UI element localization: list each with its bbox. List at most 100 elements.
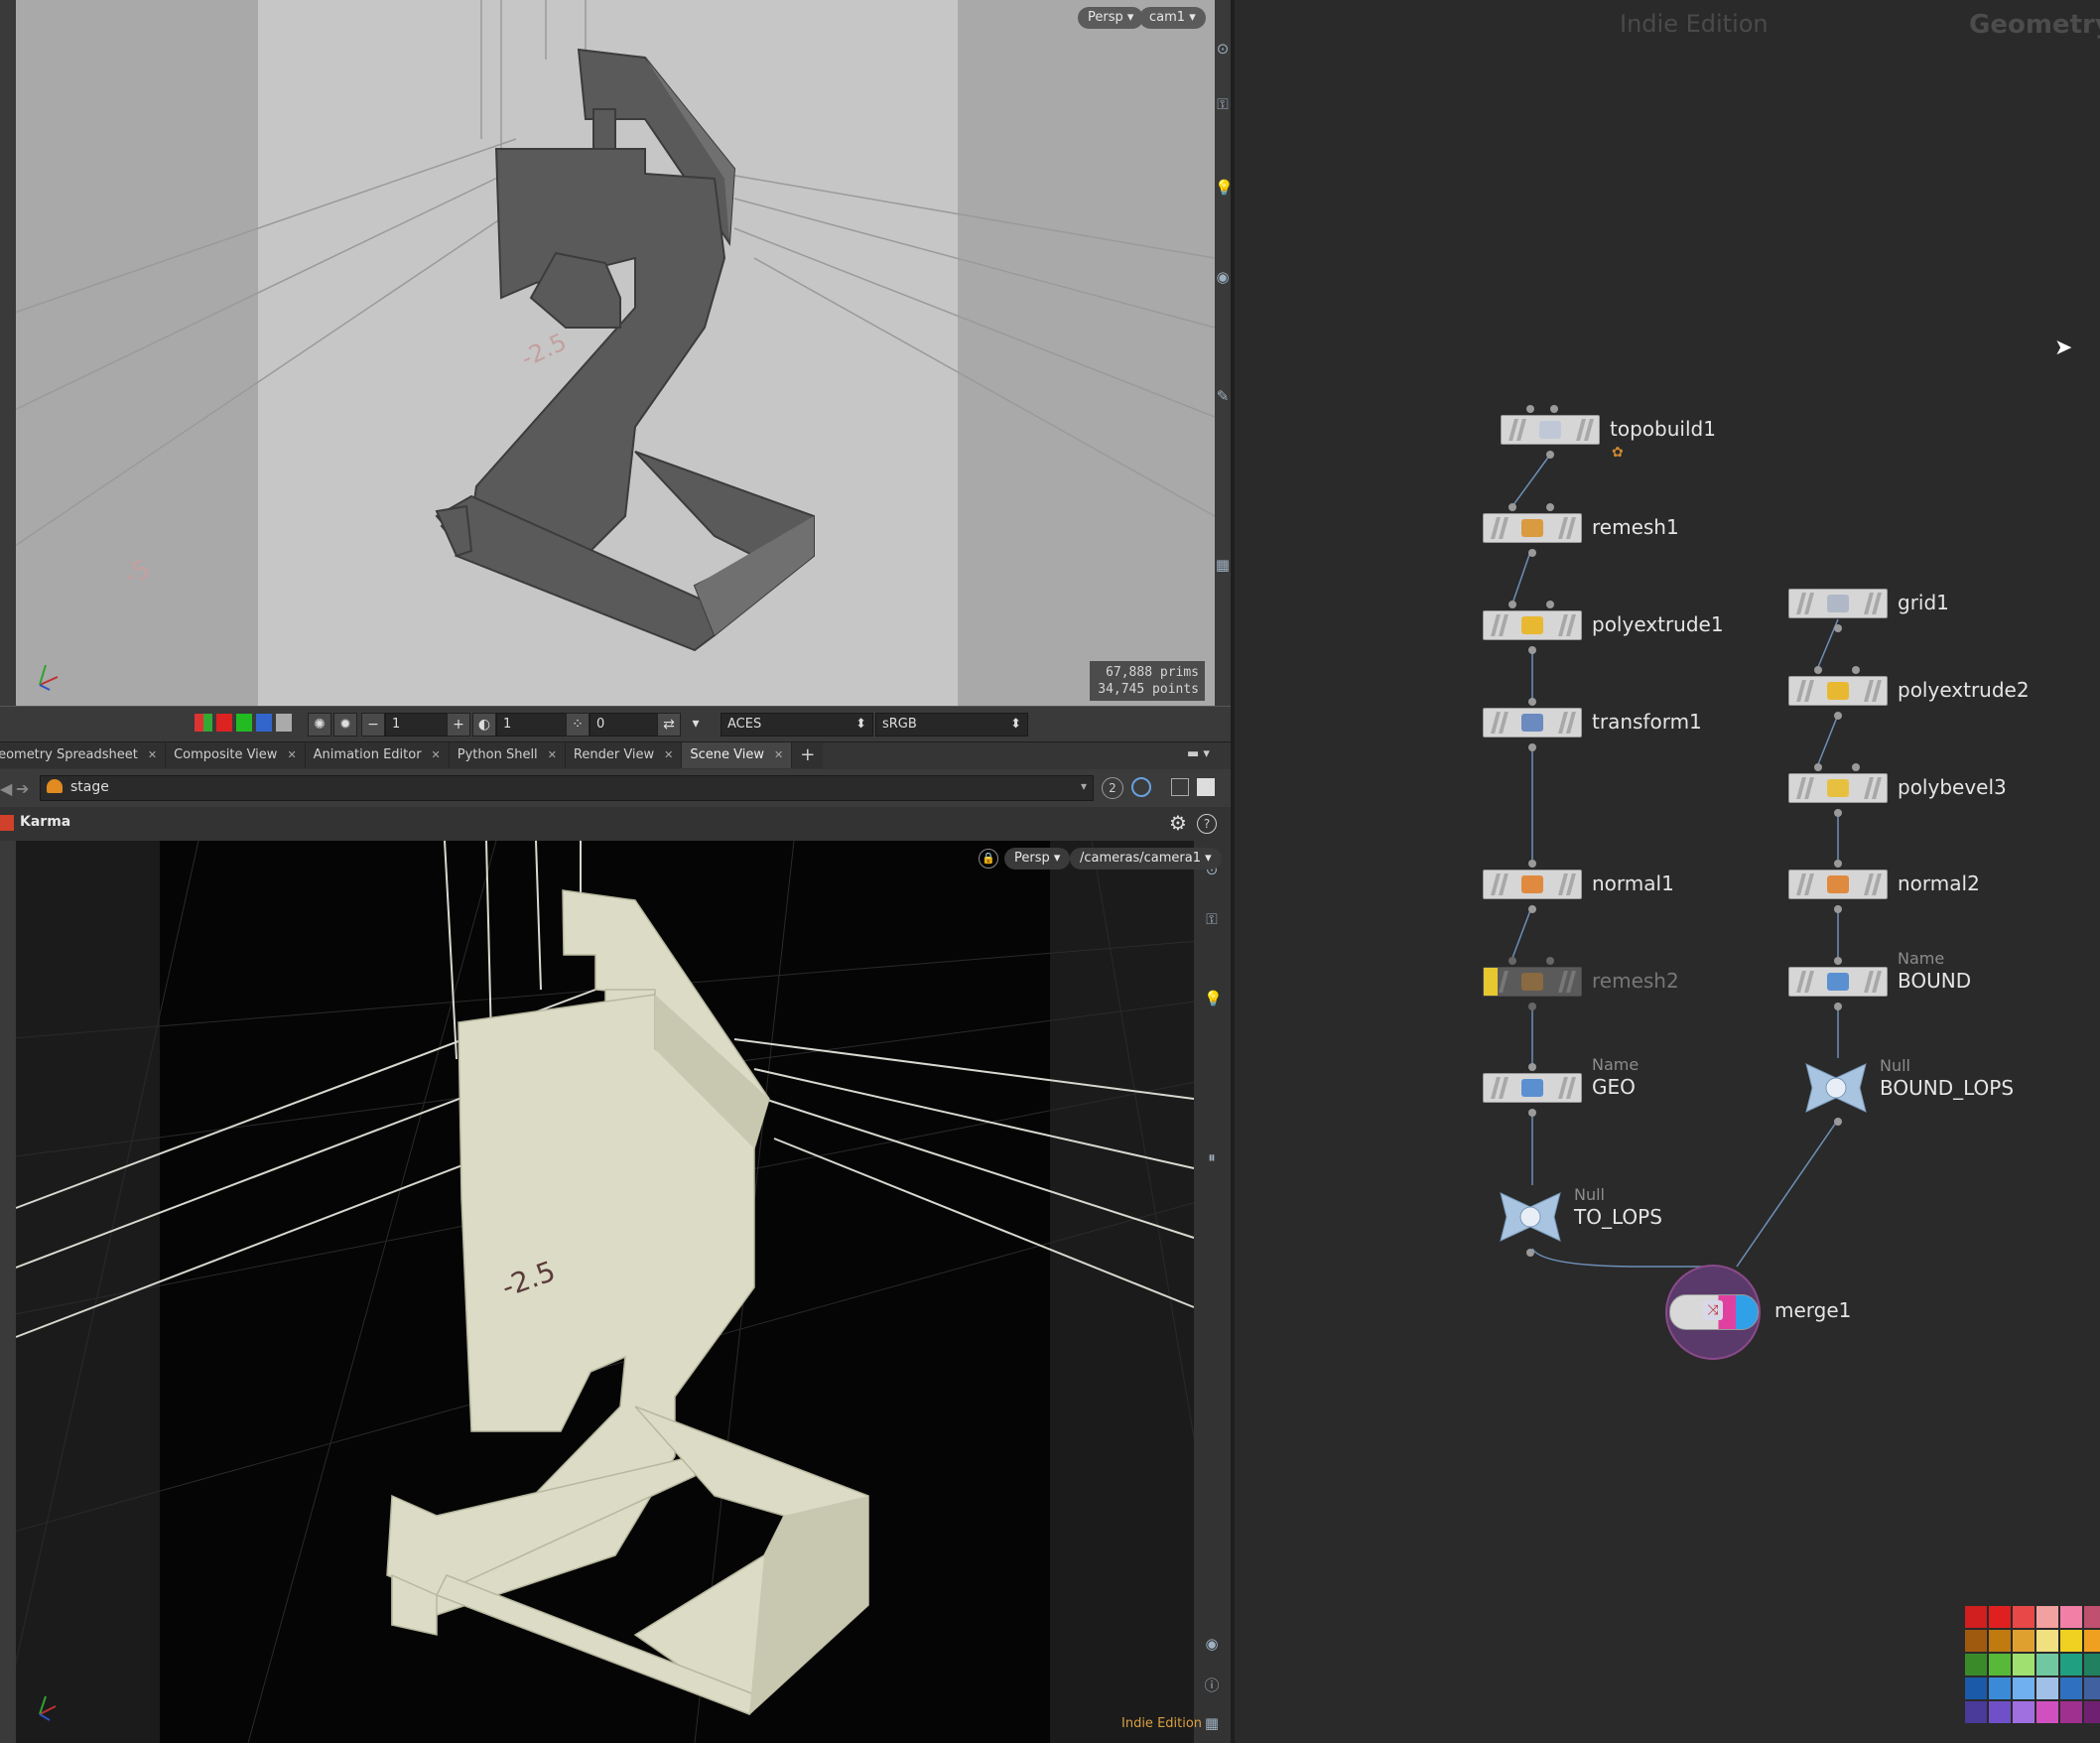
bypass-flag[interactable] (1484, 968, 1498, 996)
color-swatch[interactable] (1965, 1677, 1987, 1699)
pane-menu-icon[interactable]: ▬ ▾ (1187, 746, 1210, 761)
decrement-button[interactable]: − (361, 713, 385, 737)
color-swatch[interactable] (1989, 1701, 2011, 1723)
green-channel-button[interactable] (236, 714, 252, 732)
light-icon[interactable]: 💡 (1204, 990, 1223, 1007)
display-select[interactable]: sRGB ⬍ (875, 713, 1028, 737)
opacity-field[interactable]: 1 (496, 713, 570, 737)
top-viewport[interactable]: -5 -2.5 ⊙ ⚿ 💡 ◉ ✎ ▦ Persp ▾ cam1 ▾ 67,88… (0, 0, 1231, 706)
lut-icon[interactable]: ⇄ (657, 713, 681, 737)
tab-python-shell[interactable]: Python Shell ✕ (449, 742, 566, 768)
render-viewport[interactable]: -2.5 ⊙ ⚿ 💡 ⏸ ◉ ⓘ ▦ 🔒 Persp ▾ /cameras/ca… (0, 841, 1231, 1743)
color-swatch[interactable] (1989, 1630, 2011, 1652)
stage-context-icon (47, 779, 63, 793)
color-swatch[interactable] (1989, 1654, 2011, 1676)
dropdown-arrow-icon[interactable]: ▾ (685, 713, 707, 735)
link-icon[interactable] (1131, 777, 1151, 797)
color-swatch[interactable] (2084, 1630, 2100, 1652)
help-icon[interactable]: ? (1197, 814, 1217, 834)
lock-view-icon[interactable]: 🔒 (979, 849, 998, 869)
color-swatch[interactable] (1965, 1701, 1987, 1723)
color-swatch[interactable] (2013, 1677, 2034, 1699)
color-swatch[interactable] (2036, 1701, 2058, 1723)
close-icon[interactable]: ✕ (664, 748, 673, 761)
camera-icon[interactable]: ◉ (1215, 268, 1231, 286)
color-swatch[interactable] (1965, 1654, 1987, 1676)
snap-field[interactable]: 0 (590, 713, 663, 737)
exposure-icon[interactable]: ✺ (308, 713, 331, 737)
color-swatch[interactable] (2060, 1606, 2082, 1628)
tab-animation-editor[interactable]: Animation Editor ✕ (305, 742, 450, 768)
pause-icon[interactable]: ⏸ (1204, 1148, 1220, 1166)
color-swatch[interactable] (2084, 1606, 2100, 1628)
tab-scene-view[interactable]: Scene View ✕ (682, 742, 793, 768)
color-swatch[interactable] (2036, 1654, 2058, 1676)
input-connector[interactable] (1526, 405, 1534, 413)
close-icon[interactable]: ✕ (432, 748, 441, 761)
camera-menu[interactable]: /cameras/camera1 ▾ (1070, 848, 1222, 870)
color-swatch[interactable] (2060, 1654, 2082, 1676)
color-swatch[interactable] (1989, 1606, 2011, 1628)
red-channel-button[interactable] (216, 714, 232, 732)
grid-icon[interactable]: ▦ (1215, 556, 1231, 574)
path-field[interactable]: stage ▾ (40, 775, 1094, 801)
path-dropdown-icon[interactable]: ▾ (1081, 779, 1087, 793)
color-swatch[interactable] (2084, 1701, 2100, 1723)
color-channels-icon[interactable] (195, 714, 212, 732)
network-editor[interactable]: Indie Edition Geometry ➤ topobuild1 ✿ re… (1231, 0, 2100, 1743)
cube-icon[interactable] (1171, 778, 1189, 796)
close-icon[interactable]: ✕ (548, 748, 557, 761)
input-connector[interactable] (1550, 405, 1558, 413)
add-tab-icon[interactable]: + (792, 742, 824, 768)
node-name: TO_LOPS (1574, 1205, 1662, 1229)
tab-render-view[interactable]: Render View ✕ (565, 742, 683, 768)
color-swatch[interactable] (2060, 1701, 2082, 1723)
color-swatch[interactable] (2013, 1606, 2034, 1628)
display-option-icon[interactable]: ⊙ (1215, 40, 1231, 58)
light-icon[interactable]: 💡 (1215, 179, 1231, 197)
camera-menu[interactable]: cam1 ▾ (1139, 7, 1206, 29)
close-icon[interactable]: ✕ (148, 748, 157, 761)
output-connector[interactable] (1546, 451, 1554, 459)
close-icon[interactable]: ✕ (287, 748, 296, 761)
lock-icon[interactable]: ⚿ (1204, 910, 1220, 928)
blue-channel-button[interactable] (256, 714, 272, 732)
maximize-icon[interactable] (1197, 778, 1215, 796)
color-swatch[interactable] (2084, 1654, 2100, 1676)
info-icon[interactable]: ⓘ (1204, 1675, 1220, 1695)
lock-icon[interactable]: ⚿ (1215, 95, 1231, 113)
pin-badge[interactable]: 2 (1102, 777, 1123, 799)
points-count: 34,745 points (1098, 682, 1199, 697)
remesh-icon (1521, 519, 1543, 537)
color-swatch[interactable] (2013, 1654, 2034, 1676)
color-swatch[interactable] (2084, 1677, 2100, 1699)
alpha-channel-button[interactable] (276, 714, 292, 732)
snap-icon[interactable]: ⁘ (566, 713, 590, 737)
color-swatch[interactable] (1989, 1677, 2011, 1699)
color-swatch[interactable] (2060, 1677, 2082, 1699)
color-swatch[interactable] (2036, 1606, 2058, 1628)
gear-icon[interactable]: ⚙ (1169, 811, 1187, 835)
grid-icon[interactable]: ▦ (1204, 1714, 1220, 1732)
top-viewport-scene: -5 -2.5 (0, 0, 1231, 706)
tab-geometry-spreadsheet[interactable]: Geometry Spreadsheet ✕ (0, 742, 167, 768)
close-icon[interactable]: ✕ (774, 748, 783, 761)
color-swatch[interactable] (1965, 1630, 1987, 1652)
color-swatch[interactable] (2036, 1677, 2058, 1699)
color-swatch[interactable] (2013, 1630, 2034, 1652)
brush-icon[interactable]: ✎ (1215, 387, 1231, 405)
view-menu[interactable]: Persp ▾ (1004, 848, 1071, 870)
view-menu[interactable]: Persp ▾ (1078, 7, 1144, 29)
color-swatch[interactable] (2036, 1630, 2058, 1652)
tab-composite-view[interactable]: Composite View ✕ (166, 742, 306, 768)
color-swatch[interactable] (1965, 1606, 1987, 1628)
gamma-icon[interactable]: ✹ (333, 713, 357, 737)
color-space-select[interactable]: ACES ⬍ (721, 713, 873, 737)
color-swatch[interactable] (2013, 1701, 2034, 1723)
forward-arrow-icon[interactable]: ➔ (16, 779, 29, 798)
contrast-icon[interactable]: ◐ (472, 713, 496, 737)
eye-icon[interactable]: ◉ (1204, 1635, 1220, 1653)
increment-button[interactable]: + (447, 713, 470, 737)
color-swatch[interactable] (2060, 1630, 2082, 1652)
back-arrow-icon[interactable]: ◀ (0, 779, 12, 798)
